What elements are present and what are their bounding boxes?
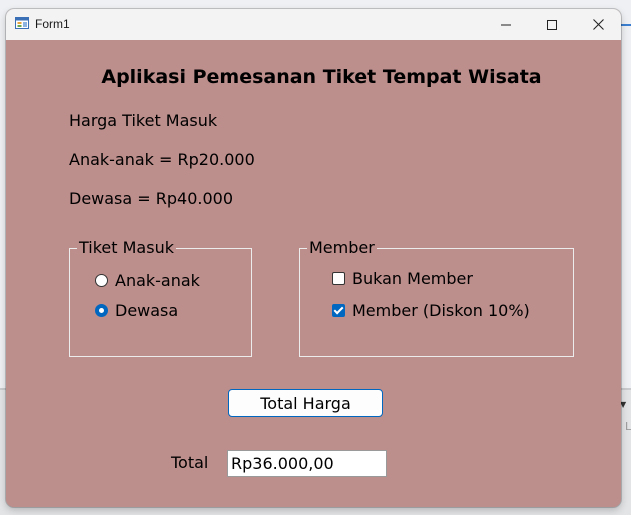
checkbox-indicator[interactable] (332, 272, 345, 285)
member-groupbox: Member Bukan Member Member (Diskon 10%) (299, 239, 574, 357)
checkbox-bukan-member[interactable]: Bukan Member (332, 269, 473, 288)
form1-window: Form1 Aplikasi Pemesanan Tiket Tempat Wi… (6, 9, 621, 507)
total-value-field[interactable] (227, 450, 387, 477)
close-button[interactable] (575, 9, 621, 40)
ticket-groupbox-legend: Tiket Masuk (77, 238, 176, 257)
radio-indicator-selected[interactable] (95, 304, 108, 317)
close-icon (592, 19, 604, 30)
radio-dewasa[interactable]: Dewasa (95, 301, 178, 320)
checkbox-label-member-diskon: Member (Diskon 10%) (352, 301, 530, 320)
radio-anak-anak[interactable]: Anak-anak (95, 271, 200, 290)
background-letter: L (625, 420, 631, 433)
title-bar[interactable]: Form1 (6, 9, 621, 40)
checkbox-label-bukan-member: Bukan Member (352, 269, 473, 288)
price-title-label: Harga Tiket Masuk (69, 111, 218, 130)
maximize-button[interactable] (529, 9, 575, 40)
form-client-area: Aplikasi Pemesanan Tiket Tempat Wisata H… (6, 40, 621, 507)
total-label: Total (171, 453, 209, 472)
radio-label-anak-anak: Anak-anak (115, 271, 200, 290)
member-groupbox-legend: Member (307, 238, 377, 257)
window-title: Form1 (35, 17, 70, 31)
radio-label-dewasa: Dewasa (115, 301, 179, 320)
maximize-icon (547, 19, 557, 30)
checkbox-member-diskon[interactable]: Member (Diskon 10%) (332, 301, 530, 320)
minimize-button[interactable] (483, 9, 529, 40)
total-harga-button[interactable]: Total Harga (228, 389, 383, 417)
radio-indicator[interactable] (95, 274, 108, 287)
price-adult-label: Dewasa = Rp40.000 (69, 189, 234, 208)
minimize-icon (501, 24, 511, 25)
form-heading: Aplikasi Pemesanan Tiket Tempat Wisata (101, 66, 542, 88)
checkbox-indicator-checked[interactable] (332, 304, 345, 317)
form-app-icon (15, 17, 29, 29)
price-child-label: Anak-anak = Rp20.000 (69, 150, 255, 169)
ticket-groupbox: Tiket Masuk Anak-anak Dewasa (69, 239, 252, 357)
